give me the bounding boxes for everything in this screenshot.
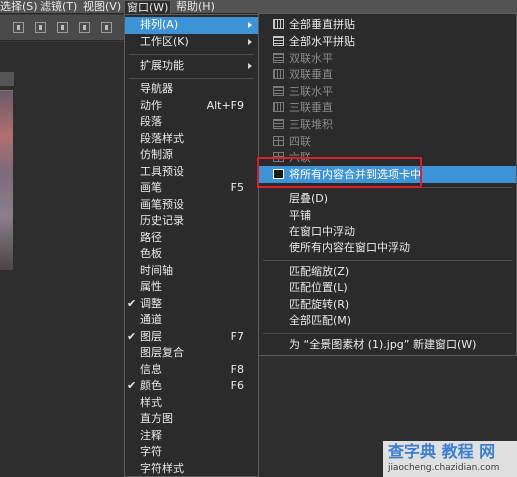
- document-tab[interactable]: [0, 72, 14, 86]
- menu-item-properties[interactable]: 属性: [125, 279, 258, 296]
- three-up-stacked-icon: [273, 119, 284, 129]
- three-up-vertical-icon: [273, 102, 284, 112]
- menu-item-brush-presets[interactable]: 画笔预设: [125, 197, 258, 214]
- menu-item-channels[interactable]: 通道: [125, 312, 258, 329]
- menu-item-paths[interactable]: 路径: [125, 230, 258, 247]
- menu-item-layers[interactable]: ✔ 图层 F7: [125, 329, 258, 346]
- submenu-three-up-stacked: 三联堆积: [259, 117, 516, 132]
- menu-item-timeline[interactable]: 时间轴: [125, 263, 258, 280]
- submenu-new-window[interactable]: 为 “全景图素材 (1).jpg” 新建窗口(W): [259, 337, 516, 352]
- align-left-icon[interactable]: [13, 22, 24, 33]
- submenu-three-up-horizontal: 三联水平: [259, 84, 516, 99]
- menu-item-navigator[interactable]: 导航器: [125, 81, 258, 98]
- menu-item-histogram[interactable]: 直方图: [125, 411, 258, 428]
- window-menu: 排列(A) 工作区(K) 扩展功能 导航器 动作 Alt+F9 段落 段落样式 仿…: [124, 14, 259, 477]
- menu-window[interactable]: 窗口(W): [124, 0, 172, 14]
- menu-item-clone-source[interactable]: 仿制源: [125, 147, 258, 164]
- submenu-two-up-horizontal: 双联水平: [259, 51, 516, 66]
- menu-help[interactable]: 帮助(H): [176, 0, 215, 14]
- menu-item-extensions[interactable]: 扩展功能: [125, 58, 258, 75]
- menu-item-paragraph-styles[interactable]: 段落样式: [125, 131, 258, 148]
- submenu-float-all-in-windows[interactable]: 使所有内容在窗口中浮动: [259, 240, 516, 255]
- menu-filter[interactable]: 滤镜(T): [40, 0, 77, 14]
- menu-item-arrange[interactable]: 排列(A): [125, 17, 258, 34]
- chevron-right-icon: [248, 39, 252, 45]
- submenu-match-zoom[interactable]: 匹配缩放(Z): [259, 264, 516, 279]
- menu-bar: 选择(S) 滤镜(T) 视图(V) 窗口(W) 帮助(H): [0, 0, 517, 14]
- document-canvas[interactable]: [0, 90, 13, 270]
- menu-view[interactable]: 视图(V): [83, 0, 121, 14]
- menu-item-layer-comps[interactable]: 图层复合: [125, 345, 258, 362]
- chevron-right-icon: [248, 63, 252, 69]
- two-up-horizontal-icon: [273, 53, 284, 63]
- menu-item-history[interactable]: 历史记录: [125, 213, 258, 230]
- submenu-divider: [263, 333, 512, 334]
- submenu-tile-all-horizontally[interactable]: 全部水平拼贴: [259, 34, 516, 49]
- four-up-icon: [273, 136, 284, 146]
- menu-item-paragraph[interactable]: 段落: [125, 114, 258, 131]
- menu-item-character[interactable]: 字符: [125, 444, 258, 461]
- two-up-vertical-icon: [273, 69, 284, 79]
- submenu-tile[interactable]: 平铺: [259, 208, 516, 223]
- annotation-highlight-box: [257, 157, 422, 188]
- submenu-three-up-vertical: 三联垂直: [259, 100, 516, 115]
- align-right-icon[interactable]: [57, 22, 68, 33]
- vertical-tile-icon: [273, 19, 284, 29]
- submenu-cascade[interactable]: 层叠(D): [259, 191, 516, 206]
- submenu-match-all[interactable]: 全部匹配(M): [259, 313, 516, 328]
- submenu-match-location[interactable]: 匹配位置(L): [259, 280, 516, 295]
- align-bottom-icon[interactable]: [101, 22, 112, 33]
- submenu-tile-all-vertically[interactable]: 全部垂直拼贴: [259, 17, 516, 32]
- menu-item-tool-presets[interactable]: 工具预设: [125, 164, 258, 181]
- checkmark-icon: ✔: [127, 379, 137, 392]
- submenu-match-rotation[interactable]: 匹配旋转(R): [259, 297, 516, 312]
- menu-item-workspace[interactable]: 工作区(K): [125, 34, 258, 51]
- menu-item-info[interactable]: 信息 F8: [125, 362, 258, 379]
- menu-item-color[interactable]: ✔ 颜色 F6: [125, 378, 258, 395]
- submenu-two-up-vertical: 双联垂直: [259, 67, 516, 82]
- menu-item-adjustments[interactable]: ✔ 调整: [125, 296, 258, 313]
- watermark-url: jiaocheng.chazidian.com: [388, 463, 500, 473]
- chevron-right-icon: [248, 22, 252, 28]
- submenu-divider: [263, 260, 512, 261]
- submenu-four-up: 四联: [259, 134, 516, 149]
- menu-item-character-styles[interactable]: 字符样式: [125, 461, 258, 477]
- menu-divider: [129, 78, 254, 79]
- checkmark-icon: ✔: [127, 296, 137, 310]
- three-up-horizontal-icon: [273, 86, 284, 96]
- submenu-float-in-window[interactable]: 在窗口中浮动: [259, 224, 516, 239]
- menu-select[interactable]: 选择(S): [0, 0, 38, 14]
- menu-item-styles[interactable]: 样式: [125, 395, 258, 412]
- menu-divider: [129, 54, 254, 55]
- checkmark-icon: ✔: [127, 329, 137, 343]
- align-center-icon[interactable]: [35, 22, 46, 33]
- menu-item-swatches[interactable]: 色板: [125, 246, 258, 263]
- menu-item-actions[interactable]: 动作 Alt+F9: [125, 98, 258, 115]
- menu-item-brush[interactable]: 画笔 F5: [125, 180, 258, 197]
- horizontal-tile-icon: [273, 36, 284, 46]
- watermark-title: 查字典 教程 网: [388, 442, 496, 461]
- align-top-icon[interactable]: [79, 22, 90, 33]
- menu-item-notes[interactable]: 注释: [125, 428, 258, 445]
